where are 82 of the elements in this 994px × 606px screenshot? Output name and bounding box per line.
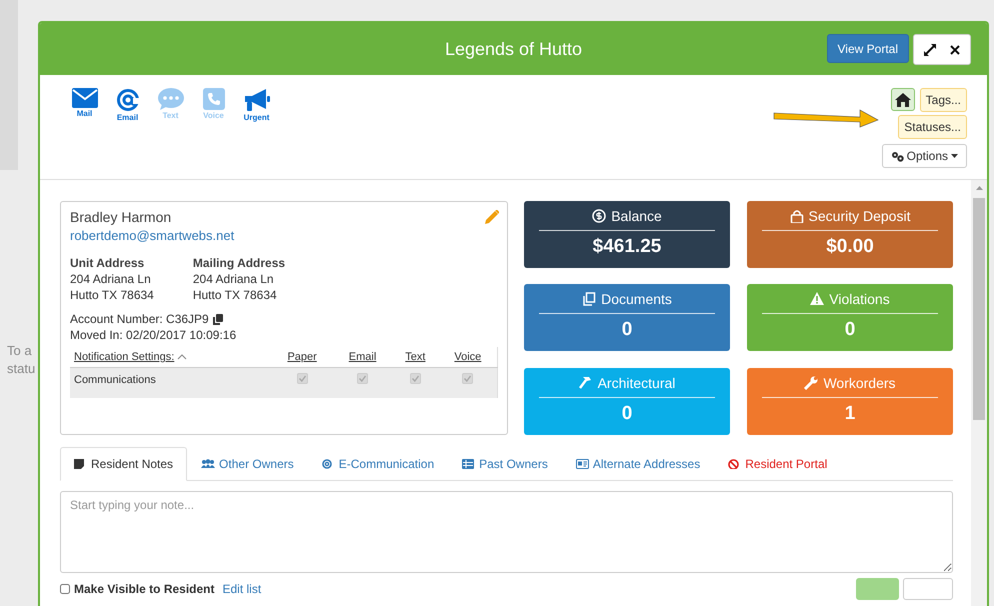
tab[interactable]: Alternate Addresses [562,447,714,481]
resident-name: Bradley Harmon [70,209,172,225]
at-sign-icon [116,88,140,112]
channel-label: Email [116,113,138,122]
scrollbar[interactable] [971,180,987,606]
people-icon [201,459,216,469]
padlock-icon [790,209,804,223]
summary-tile[interactable]: Workorders 1 [747,368,953,435]
checkbox-label[interactable]: Make Visible to Resident [74,582,214,596]
home-icon [894,92,911,106]
envelope-icon [72,88,98,108]
address-line: Hutto TX 78634 [70,287,154,303]
id-card-icon [576,459,589,469]
channel-label: Urgent [244,113,270,122]
chevron-up-icon [177,354,188,360]
tile-value: 0 [622,402,632,425]
copy-icon [212,314,223,324]
tile-value: 0 [622,319,632,342]
address-heading: Unit Address [70,255,146,271]
gears-icon [890,150,904,162]
options-button[interactable]: Options [882,144,967,168]
tile-value: 1 [844,402,856,425]
address-heading: Mailing Address [192,255,286,271]
tile-title: Architectural [598,374,676,391]
edit-list-link[interactable]: Edit list [222,582,262,596]
window-title: Legends of Hutto [444,38,582,60]
warning-icon [810,292,824,306]
checkbox[interactable] [60,584,70,594]
expand-icon [924,44,936,56]
close-icon [950,44,960,54]
note-field[interactable]: Start typing your note... [60,491,953,573]
tab[interactable]: Resident Notes [60,447,188,481]
summary-tile[interactable]: Security Deposit $0.00 [747,201,953,268]
scroll-up-icon [976,186,982,190]
tab[interactable]: Other Owners [187,447,308,481]
window-controls[interactable] [913,34,971,65]
tab[interactable]: Resident Portal [714,447,842,481]
caret-icon [951,154,958,158]
pencil-icon [485,210,499,224]
tile-value: $461.25 [592,236,662,258]
copy-icon [582,292,596,306]
channel-label: Mail [76,109,92,118]
summary-tile[interactable]: Violations 0 [747,284,953,352]
home-button[interactable] [890,88,915,111]
summary-tile[interactable]: Balance $461.25 [524,201,730,268]
address-line: 204 Adriana Ln [192,271,275,287]
channel-label: Voice [203,111,224,120]
prohibited-icon [728,459,742,469]
tags-button[interactable]: Tags... [920,88,967,112]
megaphone-icon [244,88,270,112]
table-icon [462,459,476,469]
coin-icon [592,209,606,223]
address-line: 204 Adriana Ln [70,271,152,287]
channel-button[interactable]: Mail [68,88,101,179]
tile-title: Violations [829,291,890,308]
view-portal-button[interactable]: View Portal [826,34,909,63]
tile-value: 0 [844,319,856,342]
tile-title: Documents [601,291,672,308]
channel-button[interactable]: Email [111,88,144,179]
channel-label: Text [162,111,178,120]
moved-in-date: Moved In: 02/20/2017 10:09:16 [70,327,238,343]
note-icon [74,459,87,469]
tile-title: Workorders [823,374,896,391]
tile-title: Balance [611,208,662,224]
summary-tile[interactable]: Documents 0 [524,284,730,352]
speech-bubble-icon [158,88,184,110]
hammer-icon [578,376,593,390]
backdrop-text: statu [7,360,36,378]
table-cell: Communications [70,368,272,398]
wrench-icon [804,376,818,390]
tile-title: Security Deposit [808,208,910,224]
phone-icon [202,88,224,110]
address-line: Hutto TX 78634 [192,287,278,303]
statuses-button[interactable]: Statuses... [898,115,967,139]
summary-tile[interactable]: Architectural 0 [524,368,730,435]
email-link[interactable]: robertdemo@smartwebs.net [70,228,234,243]
tile-value: $0.00 [826,236,874,258]
account-number: Account Number: C36JP9 [70,311,209,327]
tab[interactable]: E-Communication [308,447,448,481]
channel-button[interactable]: Urgent [240,88,273,179]
backdrop-text: To a [7,342,33,360]
tab[interactable]: Past Owners [448,447,562,481]
